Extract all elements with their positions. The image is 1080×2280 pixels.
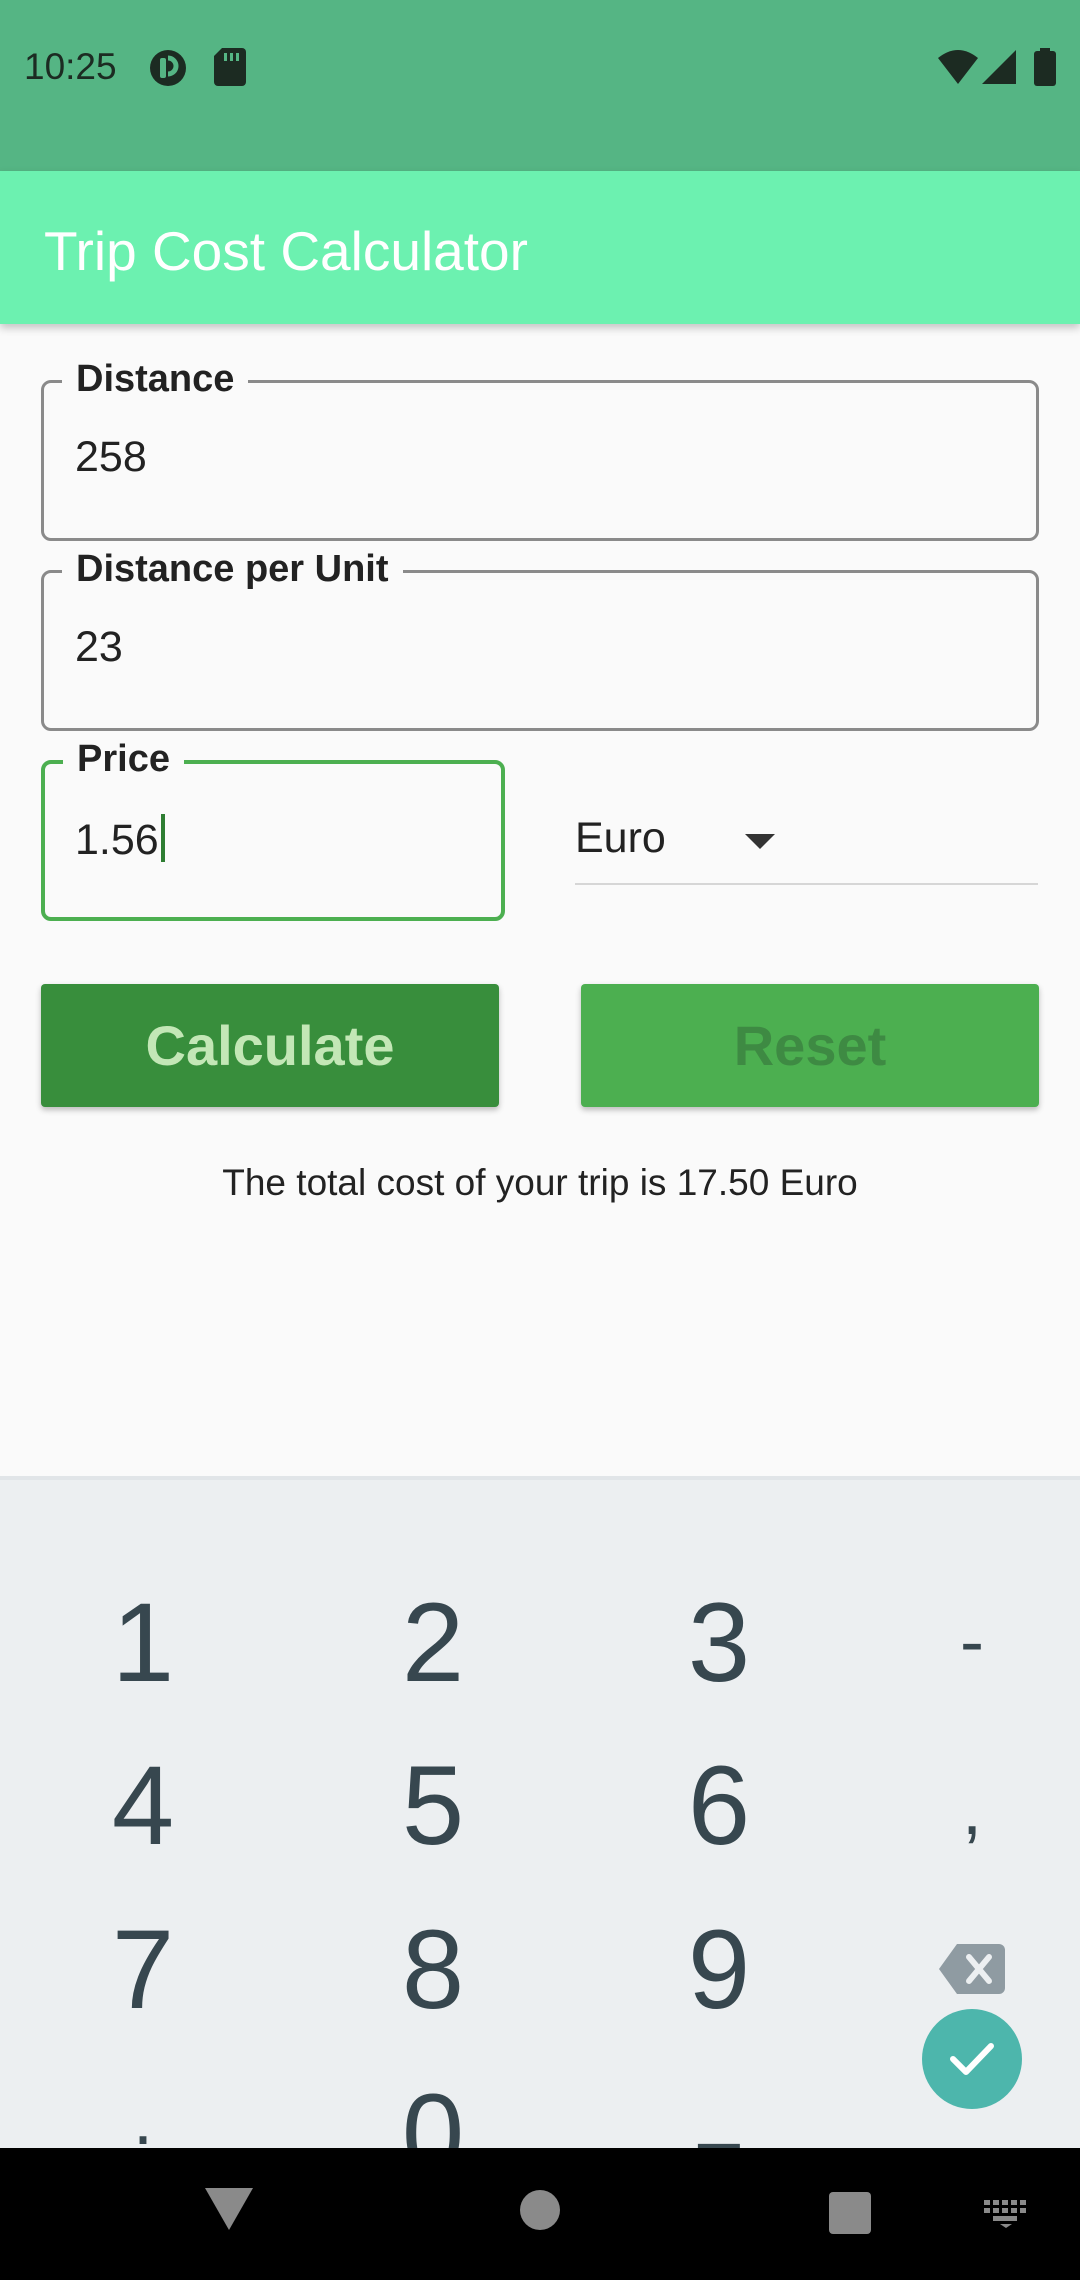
home-icon[interactable] <box>520 2190 560 2235</box>
key-1[interactable]: 1 <box>33 1562 253 1722</box>
key-3[interactable]: 3 <box>609 1562 829 1722</box>
distance-field[interactable]: Distance 258 <box>41 356 1039 541</box>
price-field[interactable]: Price 1.56 <box>41 736 505 921</box>
key-9[interactable]: 9 <box>609 1889 829 2049</box>
currency-dropdown[interactable]: Euro <box>575 790 1038 885</box>
reset-button[interactable]: Reset <box>581 984 1039 1107</box>
calculate-button[interactable]: Calculate <box>41 984 499 1107</box>
keyboard-switch-icon[interactable] <box>984 2200 1028 2233</box>
navigation-bar <box>0 2148 1080 2280</box>
currency-selected: Euro <box>575 814 666 862</box>
key-5[interactable]: 5 <box>323 1725 543 1885</box>
distance-label: Distance <box>62 356 249 402</box>
key-6[interactable]: 6 <box>609 1725 829 1885</box>
sd-card-icon <box>214 48 246 91</box>
key-8[interactable]: 8 <box>323 1889 543 2049</box>
backspace-icon <box>939 1944 1005 1994</box>
dropdown-arrow-icon <box>745 834 775 849</box>
key-minus[interactable]: - <box>862 1562 1080 1722</box>
distance-value: 258 <box>75 433 147 481</box>
distance-per-unit-label: Distance per Unit <box>62 546 403 592</box>
distance-per-unit-field[interactable]: Distance per Unit 23 <box>41 546 1039 731</box>
app-notification-icon <box>148 48 188 93</box>
distance-per-unit-value: 23 <box>75 623 123 671</box>
checkmark-icon <box>950 2043 994 2075</box>
numeric-keyboard: 1 2 3 - 4 5 6 , 7 8 9 . 0 _ <box>0 1476 1080 2196</box>
cellular-signal-icon <box>982 50 1016 89</box>
price-value: 1.56 <box>75 816 159 864</box>
status-bar: 10:25 <box>0 0 1080 171</box>
app-bar: Trip Cost Calculator <box>0 171 1080 324</box>
done-key[interactable] <box>922 2009 1022 2109</box>
key-4[interactable]: 4 <box>33 1725 253 1885</box>
battery-icon <box>1034 48 1056 91</box>
app-title: Trip Cost Calculator <box>44 220 528 282</box>
text-cursor <box>160 814 165 862</box>
result-text: The total cost of your trip is 17.50 Eur… <box>222 1162 858 1203</box>
price-label: Price <box>63 736 184 782</box>
price-value-wrap: 1.56 <box>75 814 165 865</box>
status-time: 10:25 <box>24 46 117 87</box>
key-2[interactable]: 2 <box>323 1562 543 1722</box>
key-7[interactable]: 7 <box>33 1889 253 2049</box>
wifi-icon <box>938 50 978 89</box>
recents-icon[interactable] <box>829 2192 871 2239</box>
back-icon[interactable] <box>205 2188 253 2235</box>
key-comma[interactable]: , <box>862 1730 1080 1890</box>
